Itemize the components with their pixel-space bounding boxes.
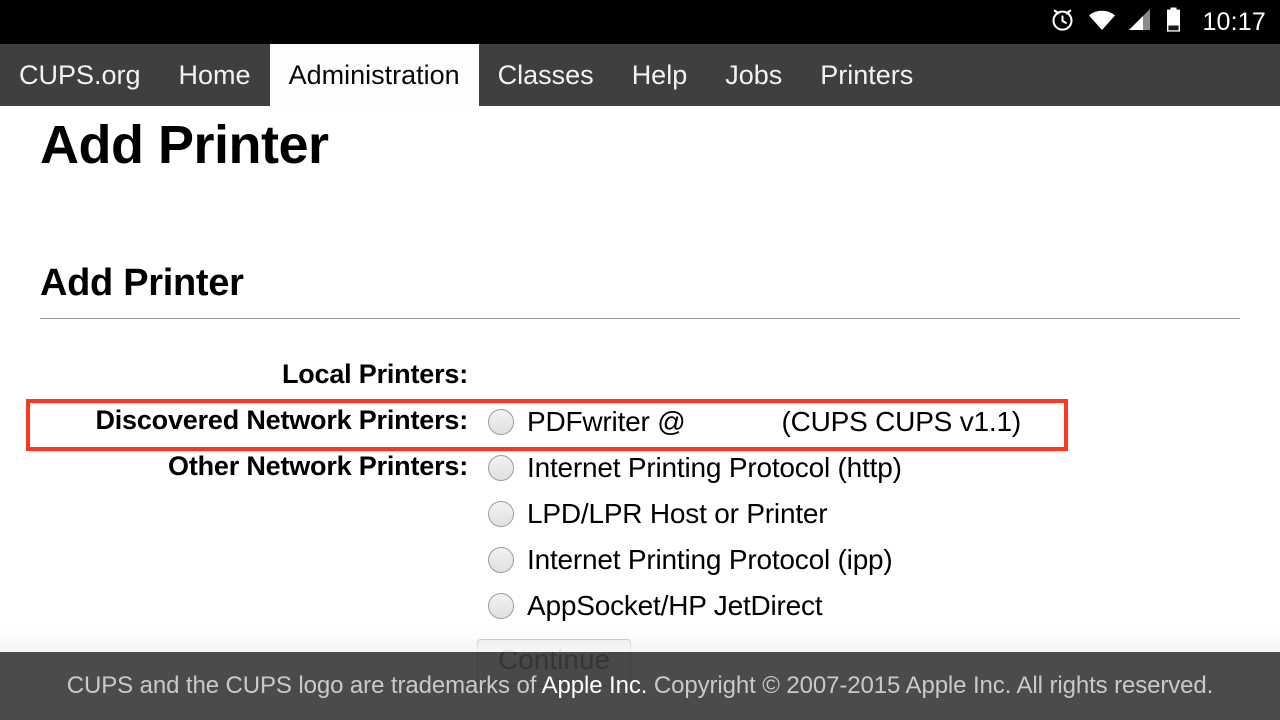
status-icons: 10:17: [1049, 6, 1266, 38]
nav-item-cups-org[interactable]: CUPS.org: [0, 44, 160, 106]
wifi-icon: [1087, 8, 1117, 37]
nav-item-printers[interactable]: Printers: [801, 44, 932, 106]
footer-text-before: CUPS and the CUPS logo are trademarks of: [66, 672, 542, 699]
nav-item-home[interactable]: Home: [160, 44, 270, 106]
form-row-other-network-printers: Other Network Printers: Internet Printin…: [0, 445, 1280, 629]
page-title: Add Printer: [40, 115, 329, 175]
radio-label-appsocket-jetdirect: AppSocket/HP JetDirect: [527, 589, 823, 621]
radio-option-pdfwriter[interactable]: PDFwriter @ (CUPS CUPS v1.1): [488, 399, 1280, 445]
radio-button-ipp[interactable]: [488, 546, 514, 573]
nav-item-jobs[interactable]: Jobs: [706, 44, 801, 106]
radio-label-ipp: Internet Printing Protocol (ipp): [527, 543, 893, 575]
radio-option-ipp[interactable]: Internet Printing Protocol (ipp): [488, 537, 1280, 583]
radio-option-appsocket-jetdirect[interactable]: AppSocket/HP JetDirect: [488, 583, 1280, 629]
page-content: Add Printer Add Printer Local Printers: …: [0, 106, 1280, 720]
footer-copyright: CUPS and the CUPS logo are trademarks of…: [67, 672, 1214, 700]
form-label-discovered-network-printers: Discovered Network Printers:: [95, 404, 468, 435]
nav-item-classes[interactable]: Classes: [479, 44, 613, 106]
form-row-local-printers: Local Printers:: [0, 353, 1280, 399]
form-row-discovered-network-printers: Discovered Network Printers: PDFwriter @…: [0, 399, 1280, 445]
radio-button-appsocket-jetdirect[interactable]: [488, 592, 514, 619]
pdfwriter-name: PDFwriter @: [527, 405, 686, 437]
radio-button-lpd-lpr[interactable]: [488, 500, 514, 527]
android-status-bar: 10:17: [0, 0, 1280, 44]
add-printer-form: Local Printers: Discovered Network Print…: [0, 353, 1280, 687]
alarm-clock-icon: [1049, 6, 1076, 38]
radio-label-pdfwriter: PDFwriter @ (CUPS CUPS v1.1): [527, 406, 1021, 438]
footer-apple-link[interactable]: Apple Inc.: [542, 672, 648, 699]
radio-label-ipp-http: Internet Printing Protocol (http): [527, 451, 902, 483]
cups-nav-bar: CUPS.org Home Administration Classes Hel…: [0, 44, 1280, 106]
radio-button-pdfwriter[interactable]: [488, 408, 514, 435]
section-divider: [40, 317, 1240, 319]
nav-item-administration[interactable]: Administration: [269, 44, 479, 106]
radio-label-lpd-lpr: LPD/LPR Host or Printer: [527, 497, 828, 529]
form-label-other-network-printers: Other Network Printers:: [168, 450, 468, 481]
pdfwriter-version: (CUPS CUPS v1.1): [781, 405, 1021, 437]
cell-signal-icon: [1128, 8, 1154, 37]
radio-option-lpd-lpr[interactable]: LPD/LPR Host or Printer: [488, 491, 1280, 537]
status-bar-clock: 10:17: [1202, 7, 1266, 36]
radio-option-ipp-http[interactable]: Internet Printing Protocol (http): [488, 445, 1280, 491]
battery-icon: [1165, 7, 1182, 38]
form-options-other-network-printers: Internet Printing Protocol (http) LPD/LP…: [468, 445, 1280, 629]
footer-text-after: Copyright © 2007-2015 Apple Inc. All rig…: [647, 672, 1214, 699]
form-label-local-printers: Local Printers:: [281, 358, 468, 389]
section-title: Add Printer: [40, 262, 244, 305]
form-options-discovered-network-printers: PDFwriter @ (CUPS CUPS v1.1): [468, 399, 1280, 445]
page-footer: CUPS and the CUPS logo are trademarks of…: [0, 652, 1280, 720]
nav-item-help[interactable]: Help: [613, 44, 707, 106]
radio-button-ipp-http[interactable]: [488, 454, 514, 481]
